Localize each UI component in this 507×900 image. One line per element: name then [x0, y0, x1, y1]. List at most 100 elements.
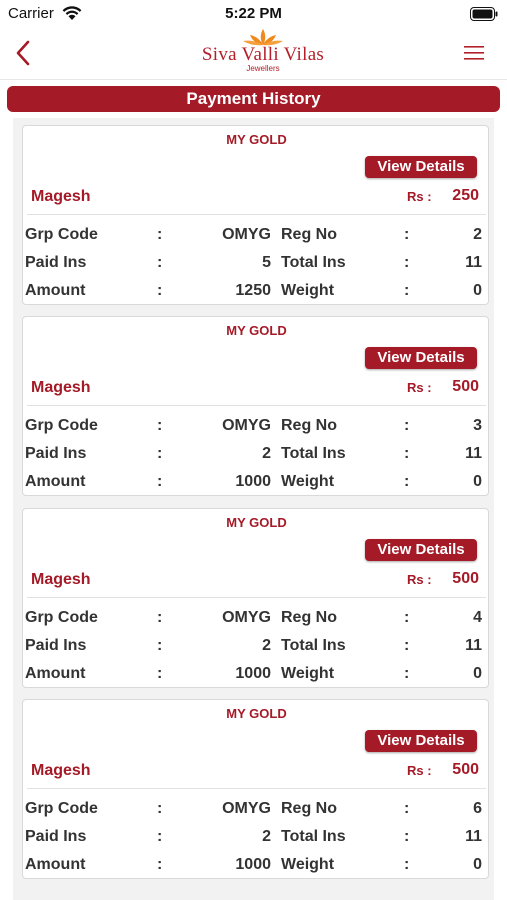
- divider: [27, 214, 486, 215]
- amount-label: Amount: [25, 665, 86, 682]
- chevron-left-icon: [16, 40, 30, 66]
- brand-subtitle: Jewellers: [246, 64, 280, 73]
- weight-label: Weight: [281, 665, 335, 682]
- battery-icon: [470, 7, 498, 21]
- total-ins-value: 11: [465, 828, 482, 845]
- weight-value: 0: [473, 473, 482, 490]
- reg-no-value: 3: [473, 417, 482, 434]
- detail-row-grp-code: Grp Code : OMYG Reg No : 6: [23, 800, 490, 822]
- colon: :: [157, 637, 163, 654]
- detail-row-grp-code: Grp Code : OMYG Reg No : 2: [23, 226, 490, 248]
- paid-ins-label: Paid Ins: [25, 828, 87, 845]
- divider: [27, 788, 486, 789]
- page-title: Payment History: [186, 89, 321, 108]
- detail-row-grp-code: Grp Code : OMYG Reg No : 3: [23, 417, 490, 439]
- paid-ins-label: Paid Ins: [25, 445, 87, 462]
- colon: :: [157, 609, 163, 626]
- weight-label: Weight: [281, 856, 335, 873]
- customer-name: Magesh: [31, 379, 91, 396]
- colon: :: [157, 445, 163, 462]
- scheme-name: MY GOLD: [226, 323, 287, 338]
- paid-ins-label: Paid Ins: [25, 254, 87, 271]
- grp-code-value: OMYG: [222, 417, 271, 434]
- detail-row-amount: Amount : 1000 Weight : 0: [23, 856, 490, 878]
- colon: :: [404, 282, 410, 299]
- payment-list[interactable]: MY GOLD View Details Magesh Rs : 2 5 0 Grp…: [13, 118, 494, 900]
- clock: 5:22 PM: [225, 5, 282, 22]
- rs-label: Rs :: [407, 380, 432, 395]
- customer-name: Magesh: [31, 188, 91, 205]
- colon: :: [404, 800, 410, 817]
- total-ins-label: Total Ins: [281, 828, 346, 845]
- amount-value: 1000: [235, 856, 271, 873]
- detail-row-paid-ins: Paid Ins : 2 Total Ins : 11: [23, 637, 490, 659]
- rs-label: Rs :: [407, 572, 432, 587]
- colon: :: [404, 637, 410, 654]
- paid-ins-value: 2: [262, 828, 271, 845]
- paid-ins-value: 5: [262, 254, 271, 271]
- back-button[interactable]: [10, 34, 44, 72]
- divider: [27, 597, 486, 598]
- colon: :: [404, 417, 410, 434]
- detail-row-grp-code: Grp Code : OMYG Reg No : 4: [23, 609, 490, 631]
- colon: :: [157, 254, 163, 271]
- colon: :: [404, 226, 410, 243]
- customer-name: Magesh: [31, 762, 91, 779]
- scheme-name: MY GOLD: [226, 132, 287, 147]
- total-ins-label: Total Ins: [281, 637, 346, 654]
- grp-code-value: OMYG: [222, 609, 271, 626]
- view-details-button[interactable]: View Details: [365, 156, 477, 178]
- colon: :: [404, 445, 410, 462]
- colon: :: [157, 828, 163, 845]
- brand-logo: Siva Valli Vilas Jewellers: [188, 28, 338, 76]
- grp-code-value: OMYG: [222, 800, 271, 817]
- colon: :: [157, 665, 163, 682]
- weight-value: 0: [473, 282, 482, 299]
- reg-no-label: Reg No: [281, 417, 337, 434]
- weight-value: 0: [473, 856, 482, 873]
- reg-no-label: Reg No: [281, 226, 337, 243]
- colon: :: [404, 856, 410, 873]
- page-title-bar: Payment History: [7, 86, 500, 112]
- reg-no-label: Reg No: [281, 800, 337, 817]
- detail-row-amount: Amount : 1000 Weight : 0: [23, 665, 490, 687]
- total-ins-label: Total Ins: [281, 445, 346, 462]
- colon: :: [157, 226, 163, 243]
- colon: :: [404, 665, 410, 682]
- reg-no-value: 6: [473, 800, 482, 817]
- rs-label: Rs :: [407, 763, 432, 778]
- paid-ins-label: Paid Ins: [25, 637, 87, 654]
- brand-name: Siva Valli Vilas: [201, 44, 325, 65]
- detail-row-amount: Amount : 1000 Weight : 0: [23, 473, 490, 495]
- view-details-button[interactable]: View Details: [365, 730, 477, 752]
- total-ins-label: Total Ins: [281, 254, 346, 271]
- colon: :: [404, 254, 410, 271]
- paid-ins-value: 2: [262, 445, 271, 462]
- amount-label: Amount: [25, 856, 86, 873]
- colon: :: [404, 473, 410, 490]
- detail-row-amount: Amount : 1250 Weight : 0: [23, 282, 490, 304]
- rs-value: 500: [452, 761, 479, 778]
- total-ins-value: 11: [465, 254, 482, 271]
- rs-value: 500: [452, 570, 479, 587]
- rs-value: 500: [452, 378, 479, 395]
- rs-label: Rs :: [407, 189, 432, 204]
- colon: :: [157, 856, 163, 873]
- app-header: Siva Valli Vilas Jewellers: [0, 28, 507, 80]
- detail-row-paid-ins: Paid Ins : 2 Total Ins : 11: [23, 828, 490, 850]
- menu-button[interactable]: [462, 42, 486, 64]
- amount-value: 1250: [235, 282, 271, 299]
- payment-card: MY GOLD View Details Magesh Rs : 250 Grp…: [22, 125, 489, 305]
- grp-code-label: Grp Code: [25, 800, 98, 817]
- detail-row-paid-ins: Paid Ins : 2 Total Ins : 11: [23, 445, 490, 467]
- view-details-button[interactable]: View Details: [365, 347, 477, 369]
- detail-row-paid-ins: Paid Ins : 5 Total Ins : 11: [23, 254, 490, 276]
- total-ins-value: 11: [465, 637, 482, 654]
- grp-code-label: Grp Code: [25, 226, 98, 243]
- weight-label: Weight: [281, 282, 335, 299]
- customer-name: Magesh: [31, 571, 91, 588]
- colon: :: [157, 473, 163, 490]
- grp-code-value: OMYG: [222, 226, 271, 243]
- view-details-button[interactable]: View Details: [365, 539, 477, 561]
- colon: :: [404, 609, 410, 626]
